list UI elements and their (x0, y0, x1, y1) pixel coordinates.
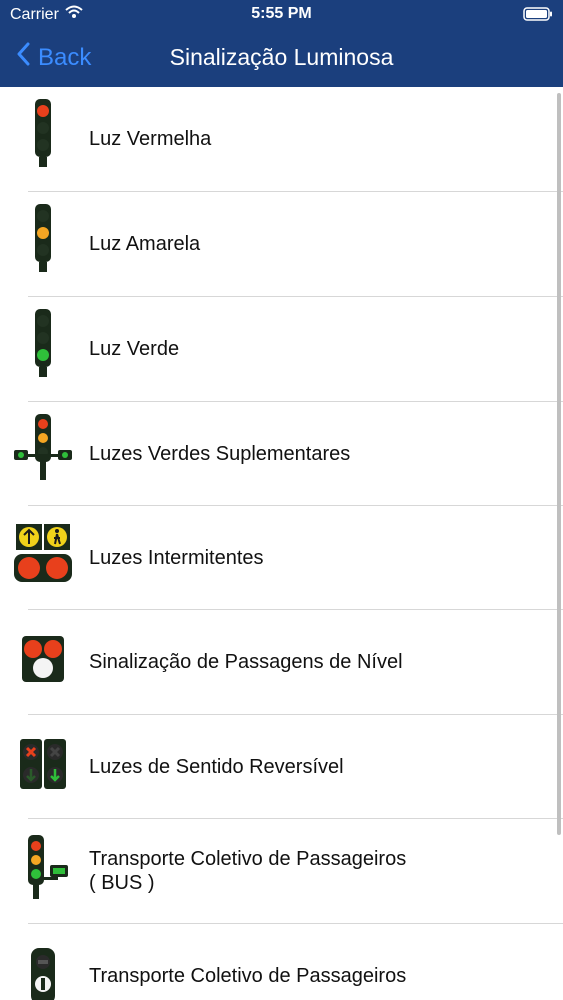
list-item-label: Luz Amarela (89, 233, 201, 255)
screen: Carrier 5:55 PM Back Sinalização Luminos… (0, 0, 563, 1000)
status-bar: Carrier 5:55 PM (0, 0, 563, 30)
yellow-traffic-light-icon (10, 200, 76, 272)
supplementary-green-lights-icon (10, 410, 76, 482)
list-item-label: Transporte Coletivo de Passageiros (89, 965, 407, 987)
list-item-luz-vermelha[interactable]: Luz Vermelha (0, 87, 563, 191)
items-list: Luz Vermelha Luz Amarela Luz Verde Luzes… (0, 87, 563, 1000)
public-transport-signal-icon (10, 932, 76, 1000)
list-item-luzes-sentido-reversivel[interactable]: Luzes de Sentido Reversível (0, 715, 563, 819)
red-traffic-light-icon (10, 95, 76, 167)
reversible-lane-lights-icon (10, 723, 76, 795)
list-item-luz-verde[interactable]: Luz Verde (0, 297, 563, 401)
level-crossing-signal-icon (10, 618, 76, 690)
page-title: Sinalização Luminosa (169, 44, 394, 70)
list-item-label-line1: Transporte Coletivo de Passageiros (89, 848, 407, 870)
list-item-luzes-verdes-suplementares[interactable]: Luzes Verdes Suplementares (0, 402, 563, 506)
list-item-transporte-coletivo[interactable]: Transporte Coletivo de Passageiros (0, 924, 563, 1000)
green-traffic-light-icon (10, 305, 76, 377)
bus-traffic-light-icon (10, 827, 76, 899)
list-item-label: Luz Verde (89, 338, 180, 360)
list-item-luzes-intermitentes[interactable]: Luzes Intermitentes (0, 506, 563, 610)
top-bar: Carrier 5:55 PM Back Sinalização Luminos… (0, 0, 563, 87)
status-time: 5:55 PM (251, 5, 312, 22)
scrollbar[interactable] (557, 93, 561, 835)
list-item-transporte-coletivo-bus[interactable]: Transporte Coletivo de Passageiros ( BUS… (0, 819, 563, 923)
list-item-sinalizacao-passagens-nivel[interactable]: Sinalização de Passagens de Nível (0, 610, 563, 714)
list-item-label: Luzes de Sentido Reversível (89, 756, 344, 778)
list-item-label: Luz Vermelha (89, 128, 212, 150)
list-item-label-line2: ( BUS ) (89, 872, 155, 894)
list-item-label: Sinalização de Passagens de Nível (89, 651, 403, 673)
flashing-lights-icon (10, 514, 76, 586)
list-item-label: Luzes Verdes Suplementares (89, 443, 351, 465)
navigation-bar: Back Sinalização Luminosa (0, 30, 563, 87)
battery-icon (523, 7, 553, 21)
list-item-label: Luzes Intermitentes (89, 547, 264, 569)
list-item-label: Transporte Coletivo de Passageiros ( BUS… (89, 819, 539, 923)
list-item-luz-amarela[interactable]: Luz Amarela (0, 192, 563, 296)
